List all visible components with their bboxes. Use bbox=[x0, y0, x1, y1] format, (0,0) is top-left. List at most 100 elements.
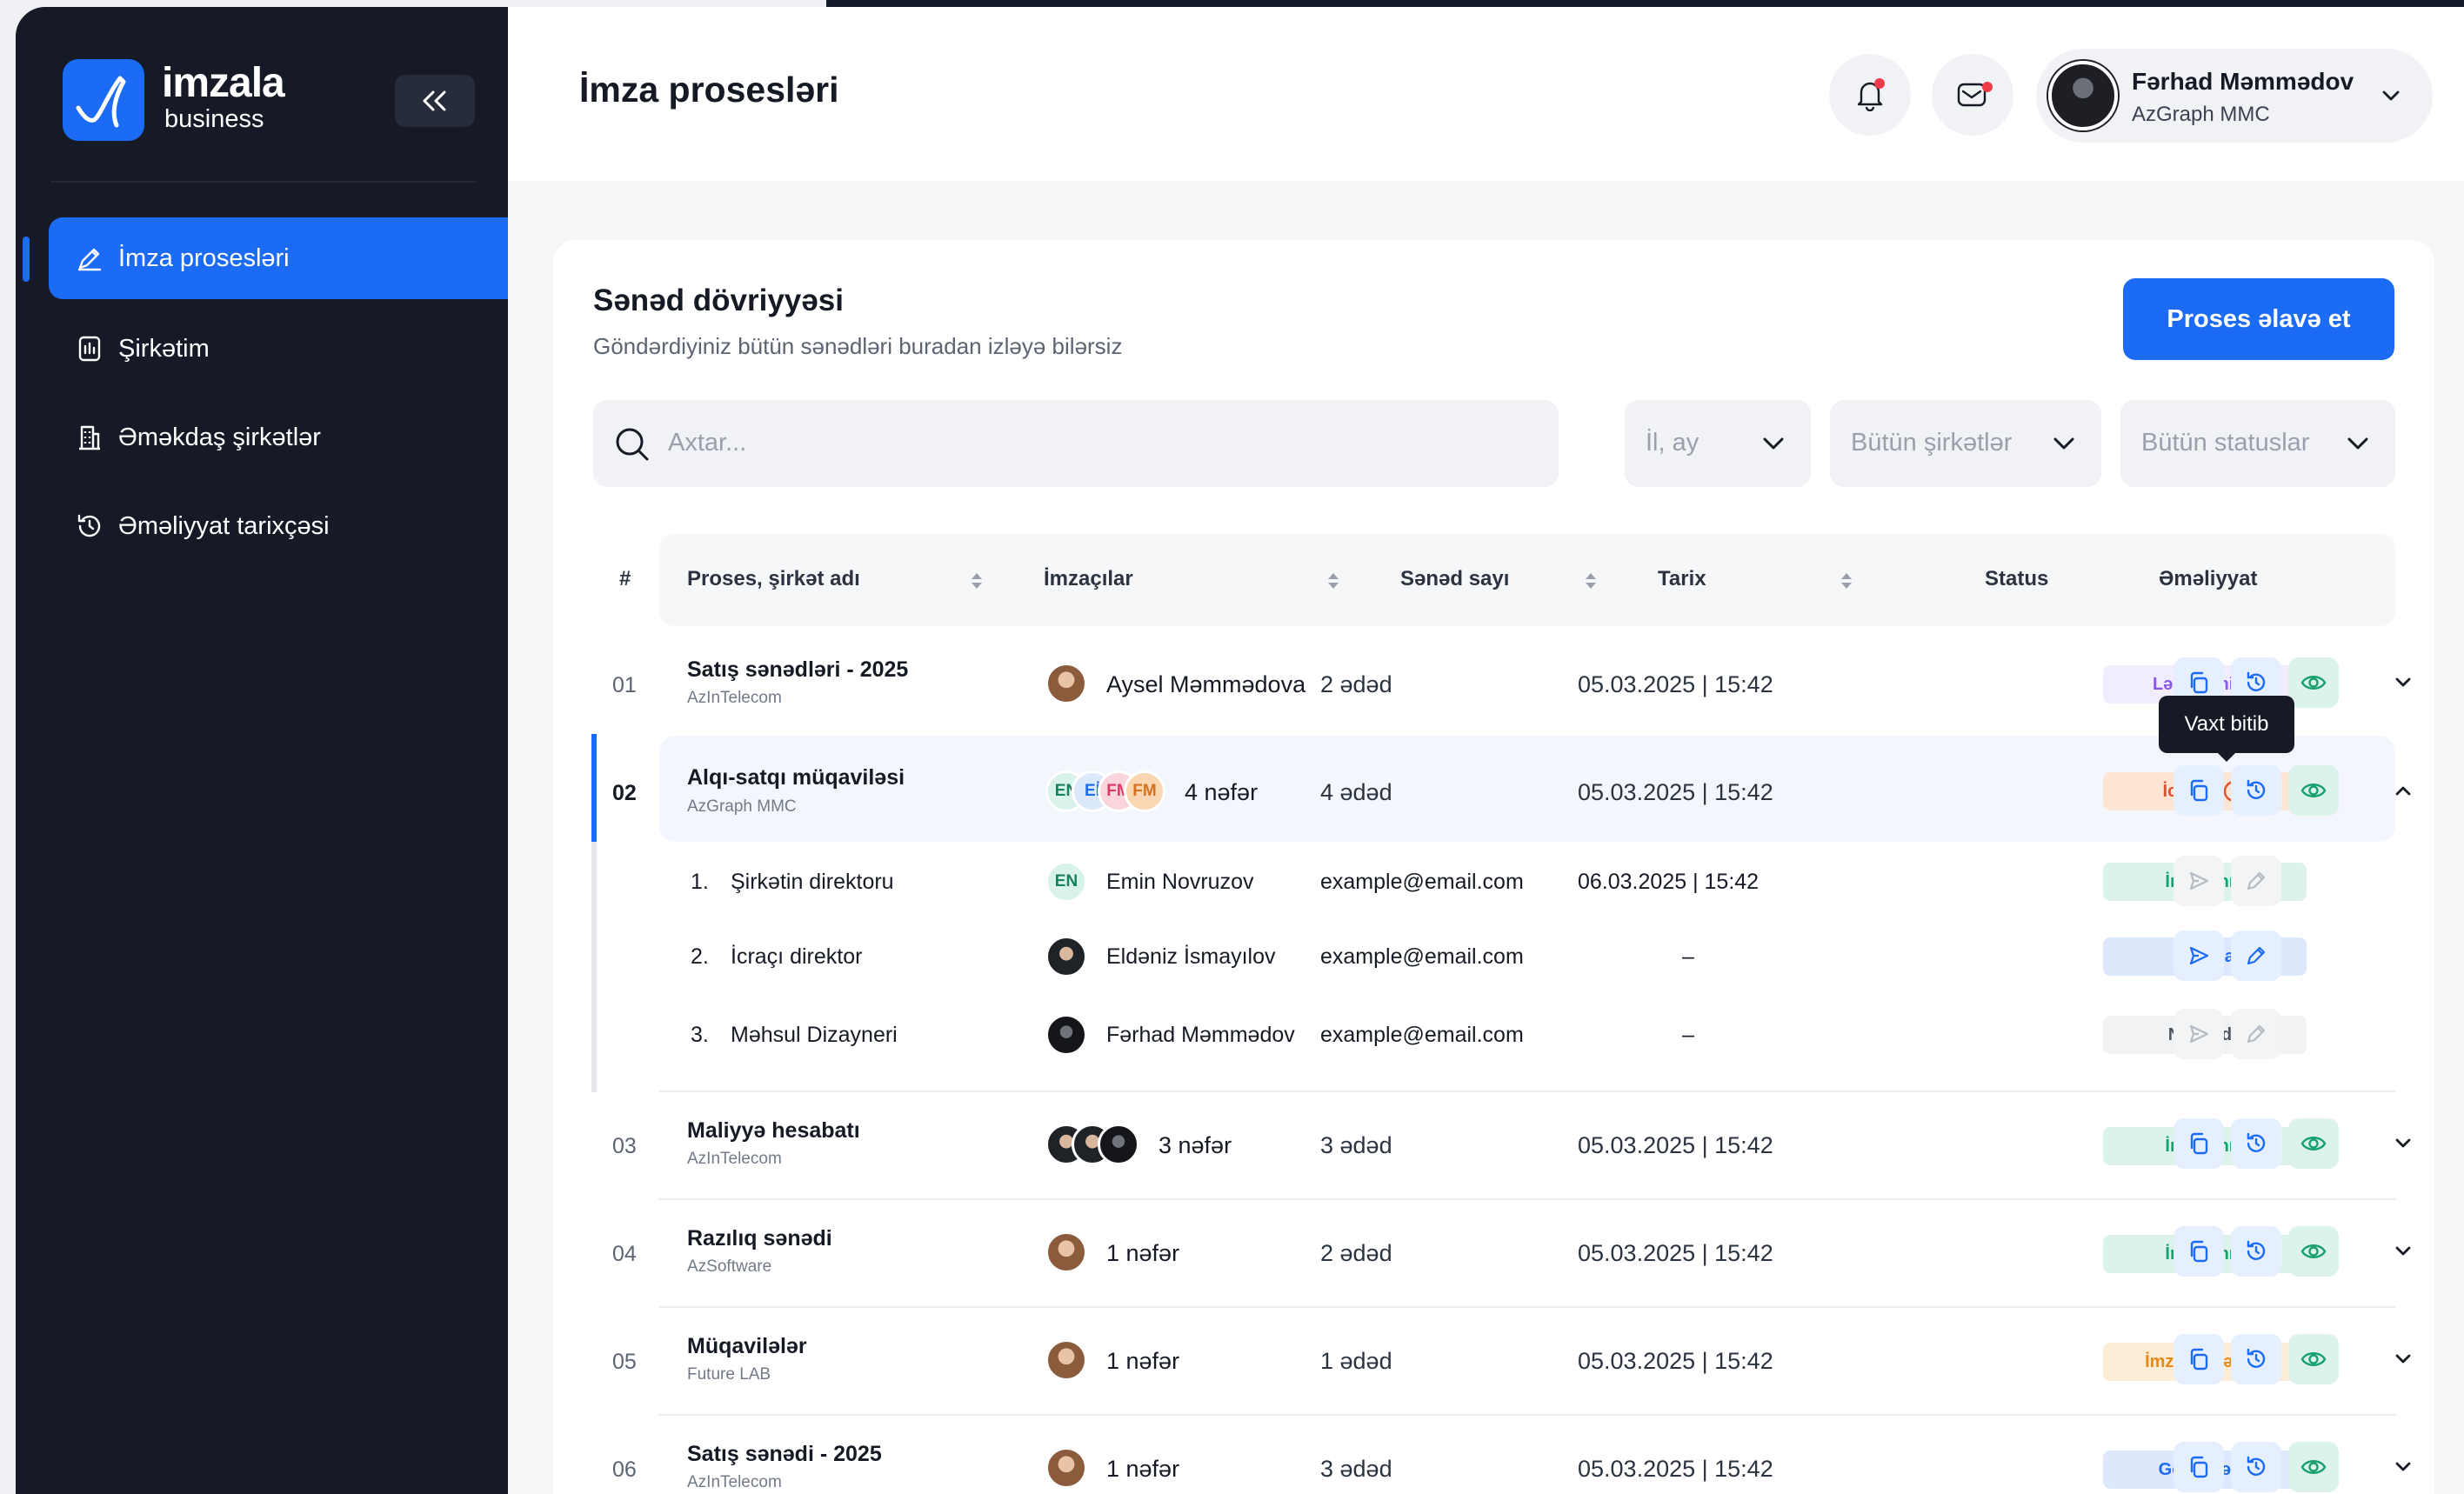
history-icon bbox=[77, 514, 101, 537]
search-input[interactable]: Axtar... bbox=[593, 400, 1559, 487]
sort-icon[interactable] bbox=[1325, 570, 1341, 591]
column-header-docs[interactable]: Sənəd sayı bbox=[1400, 567, 1509, 591]
notification-dot bbox=[1874, 78, 1885, 89]
pen-icon bbox=[2247, 946, 2266, 965]
eye-icon bbox=[2300, 1137, 2327, 1151]
copy-icon bbox=[2190, 671, 2208, 694]
sidebar: imzala business İmza prosesləri Şirkətim bbox=[16, 7, 508, 1494]
send-icon bbox=[2189, 946, 2209, 965]
select-value: İl, ay bbox=[1646, 429, 1699, 457]
sign-button[interactable] bbox=[2231, 856, 2281, 906]
chevron-down-icon bbox=[2347, 437, 2368, 450]
view-button[interactable] bbox=[2288, 765, 2339, 816]
view-button[interactable] bbox=[2288, 1226, 2339, 1277]
avatar bbox=[1045, 1339, 1087, 1381]
page-title: İmza prosesləri bbox=[579, 70, 839, 110]
send-button[interactable] bbox=[2174, 930, 2224, 981]
chevron-down-icon[interactable] bbox=[2390, 1454, 2416, 1480]
column-header-signers[interactable]: İmzaçılar bbox=[1044, 567, 1133, 591]
row-number: 03 bbox=[612, 1134, 637, 1158]
view-button[interactable] bbox=[2288, 1118, 2339, 1169]
doc-count: 1 ədəd bbox=[1320, 1348, 1392, 1374]
date-filter-select[interactable]: İl, ay bbox=[1625, 400, 1811, 487]
chevron-down-icon bbox=[2382, 90, 2400, 101]
avatar bbox=[1045, 936, 1087, 977]
column-header-date[interactable]: Tarix bbox=[1658, 567, 1706, 591]
chevron-down-icon[interactable] bbox=[2390, 1346, 2416, 1372]
view-button[interactable] bbox=[2288, 657, 2339, 708]
sidebar-item-label: Əməliyyat tarixçəsi bbox=[118, 511, 330, 540]
double-chevron-left-icon bbox=[423, 90, 446, 111]
brand-subtitle: business bbox=[164, 105, 264, 133]
expanded-row-indicator bbox=[591, 734, 597, 842]
doc-count: 2 ədəd bbox=[1320, 1240, 1392, 1266]
sign-button[interactable] bbox=[2231, 930, 2281, 981]
document-flow-card: Sənəd dövriyyəsi Göndərdiyiniz bütün sən… bbox=[553, 240, 2434, 1494]
sort-icon[interactable] bbox=[1583, 570, 1599, 591]
view-button[interactable] bbox=[2288, 1442, 2339, 1492]
chevron-down-icon[interactable] bbox=[2390, 1238, 2416, 1264]
history-button[interactable] bbox=[2231, 1442, 2281, 1492]
chevron-down-icon bbox=[2053, 437, 2074, 450]
pen-icon bbox=[2247, 1024, 2266, 1044]
sign-button[interactable] bbox=[2231, 1009, 2281, 1059]
sidebar-item-label: Şirkətim bbox=[118, 334, 210, 363]
column-header-process[interactable]: Proses, şirkət adı bbox=[687, 567, 860, 591]
sidebar-item-imza-prosesleri[interactable]: İmza prosesləri bbox=[49, 217, 508, 299]
signer-name: Emin Novruzov bbox=[1106, 870, 1254, 894]
sidebar-item-emeliyyat-tarixcesi[interactable]: Əməliyyat tarixçəsi bbox=[49, 485, 508, 567]
add-process-button[interactable]: Proses əlavə et bbox=[2123, 278, 2394, 360]
notifications-button[interactable] bbox=[1829, 54, 1911, 136]
company-filter-select[interactable]: Bütün şirkətlər bbox=[1830, 400, 2101, 487]
send-button[interactable] bbox=[2174, 856, 2224, 906]
history-button[interactable] bbox=[2231, 765, 2281, 816]
send-button[interactable] bbox=[2174, 1009, 2224, 1059]
view-button[interactable] bbox=[2288, 1334, 2339, 1384]
signer-date: – bbox=[1682, 944, 1694, 969]
logo-icon bbox=[63, 59, 144, 141]
copy-button[interactable] bbox=[2174, 1334, 2224, 1384]
chevron-down-icon[interactable] bbox=[2390, 1131, 2416, 1157]
history-button[interactable] bbox=[2231, 1118, 2281, 1169]
avatar bbox=[1045, 663, 1087, 704]
column-header-status: Status bbox=[1985, 567, 2049, 590]
send-icon bbox=[2189, 871, 2209, 890]
process-date: 05.03.2025 | 15:42 bbox=[1578, 1456, 1773, 1482]
user-profile-menu[interactable]: Fərhad Məmmədov AzGraph MMC bbox=[2036, 49, 2433, 143]
history-button[interactable] bbox=[2231, 1226, 2281, 1277]
history-icon bbox=[2247, 1348, 2266, 1368]
eye-icon bbox=[2300, 676, 2327, 690]
process-date: 05.03.2025 | 15:42 bbox=[1578, 779, 1773, 805]
page-header: İmza prosesləri Fərhad Məmmədov AzGraph … bbox=[508, 7, 2464, 181]
chevron-down-icon bbox=[1763, 437, 1784, 450]
signer-name: Aysel Məmmədova bbox=[1106, 671, 1306, 697]
signer-count: 1 nəfər bbox=[1106, 1240, 1180, 1266]
row-number: 02 bbox=[612, 781, 637, 805]
status-filter-select[interactable]: Bütün statuslar bbox=[2120, 400, 2395, 487]
signer-date: – bbox=[1682, 1023, 1694, 1047]
sort-icon[interactable] bbox=[969, 570, 985, 591]
sidebar-item-emekdas-sirketler[interactable]: Əməkdaş şirkətlər bbox=[49, 397, 508, 478]
row-divider bbox=[659, 1414, 2395, 1416]
user-company: AzGraph MMC bbox=[2132, 103, 2270, 126]
card-title: Sənəd dövriyyəsi bbox=[593, 283, 844, 317]
copy-button[interactable] bbox=[2174, 1226, 2224, 1277]
copy-button[interactable] bbox=[2174, 1442, 2224, 1492]
copy-button[interactable] bbox=[2174, 1118, 2224, 1169]
messages-button[interactable] bbox=[1932, 54, 2013, 136]
process-name: Satış sənədləri - 2025 bbox=[687, 657, 909, 682]
collapse-sidebar-button[interactable] bbox=[395, 75, 475, 127]
column-header-number: # bbox=[619, 567, 631, 590]
process-company: AzSoftware bbox=[687, 1257, 772, 1276]
select-value: Bütün şirkətlər bbox=[1851, 429, 2013, 457]
sort-icon[interactable] bbox=[1839, 570, 1854, 591]
avatar bbox=[1045, 1014, 1087, 1056]
sidebar-item-sirketim[interactable]: Şirkətim bbox=[49, 308, 508, 390]
copy-button[interactable] bbox=[2174, 765, 2224, 816]
copy-icon bbox=[2190, 1240, 2208, 1263]
history-button[interactable] bbox=[2231, 1334, 2281, 1384]
chevron-up-icon[interactable] bbox=[2390, 777, 2416, 804]
signer-count: 3 nəfər bbox=[1159, 1132, 1232, 1158]
process-name: Alqı-satqı müqaviləsi bbox=[687, 765, 905, 790]
chevron-down-icon[interactable] bbox=[2390, 670, 2416, 696]
